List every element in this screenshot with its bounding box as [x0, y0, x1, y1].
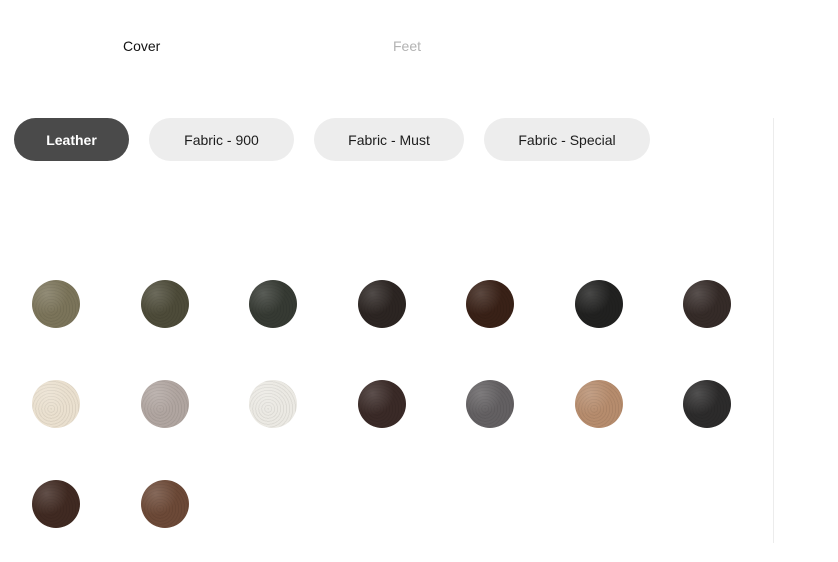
color-swatch[interactable]: [32, 280, 80, 328]
category-fabric-must-button[interactable]: Fabric - Must: [314, 118, 464, 161]
category-fabric-900-button[interactable]: Fabric - 900: [149, 118, 294, 161]
color-swatch[interactable]: [575, 280, 623, 328]
tab-cover[interactable]: Cover: [123, 38, 160, 54]
color-swatch[interactable]: [466, 280, 514, 328]
color-swatch[interactable]: [32, 480, 80, 528]
category-leather-button[interactable]: Leather: [14, 118, 129, 161]
color-swatch[interactable]: [683, 380, 731, 428]
vertical-divider: [773, 118, 774, 543]
color-swatch[interactable]: [141, 380, 189, 428]
tab-feet[interactable]: Feet: [393, 38, 421, 54]
color-swatch[interactable]: [358, 280, 406, 328]
color-swatch[interactable]: [141, 280, 189, 328]
color-swatch[interactable]: [683, 280, 731, 328]
category-fabric-special-button[interactable]: Fabric - Special: [484, 118, 650, 161]
color-swatch[interactable]: [249, 280, 297, 328]
color-swatch[interactable]: [466, 380, 514, 428]
color-swatch[interactable]: [32, 380, 80, 428]
material-configurator: Cover Feet Leather Fabric - 900 Fabric -…: [0, 0, 838, 562]
color-swatch[interactable]: [249, 380, 297, 428]
color-swatch[interactable]: [575, 380, 623, 428]
color-swatch[interactable]: [358, 380, 406, 428]
color-swatch[interactable]: [141, 480, 189, 528]
